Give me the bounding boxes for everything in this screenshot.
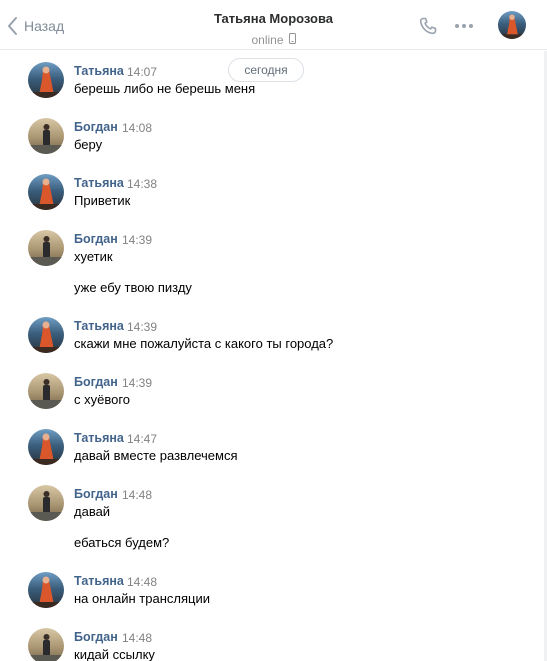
author-name[interactable]: Богдан [74,487,118,501]
avatar[interactable] [28,485,64,521]
author-name[interactable]: Татьяна [74,574,124,588]
message-time[interactable]: 14:39 [122,233,152,247]
author-name[interactable]: Татьяна [74,319,124,333]
message-time[interactable]: 14:48 [122,631,152,645]
back-button[interactable]: Назад [6,14,64,38]
message-text: берешь либо не берешь меня [74,81,256,96]
online-status: online [0,33,547,47]
chat-title-block: Татьяна Морозова online [0,10,547,47]
avatar[interactable] [28,628,64,661]
message-time[interactable]: 14:48 [122,488,152,502]
message-feed[interactable]: сегодня Татьяна 14:07 берешь либо не береш… [0,51,547,661]
message-text: уже ебу твою пизду [74,280,192,295]
status-text: online [251,33,284,47]
avatar[interactable] [28,174,64,210]
message-time[interactable]: 14:07 [127,65,157,79]
more-icon[interactable] [455,24,473,28]
message-time[interactable]: 14:39 [127,320,157,334]
message-text: Приветик [74,193,131,208]
message-time[interactable]: 14:39 [122,376,152,390]
author-name[interactable]: Богдан [74,375,118,389]
chat-title[interactable]: Татьяна Морозова [214,11,333,26]
message-time[interactable]: 14:08 [122,121,152,135]
avatar[interactable] [28,429,64,465]
avatar[interactable] [28,572,64,608]
author-name[interactable]: Татьяна [74,431,124,445]
message-text: с хуёвого [74,392,131,407]
author-name[interactable]: Татьяна [74,64,124,78]
date-divider: сегодня [228,58,304,82]
message-time[interactable]: 14:47 [127,432,157,446]
author-name[interactable]: Богдан [74,232,118,246]
message-text: хуетик [74,249,113,264]
message-time[interactable]: 14:38 [127,177,157,191]
phone-icon[interactable] [418,16,438,41]
chat-header: Назад Татьяна Морозова online [0,0,547,50]
message-text: на онлайн трансляции [74,591,210,606]
author-name[interactable]: Богдан [74,630,118,644]
message-text: скажи мне пожалуйста с какого ты города? [74,336,334,351]
header-avatar[interactable] [498,11,526,39]
avatar[interactable] [28,118,64,154]
chevron-left-icon [6,16,18,36]
avatar[interactable] [28,62,64,98]
avatar[interactable] [28,373,64,409]
mobile-icon [288,33,296,47]
message-text: ебаться будем? [74,535,170,550]
message-text: давай [74,504,111,519]
message-text: беру [74,137,103,152]
back-label: Назад [24,18,65,34]
avatar[interactable] [28,317,64,353]
author-name[interactable]: Татьяна [74,176,124,190]
message-text: кидай ссылку [74,647,155,661]
avatar[interactable] [28,230,64,266]
message-time[interactable]: 14:48 [127,575,157,589]
author-name[interactable]: Богдан [74,120,118,134]
message-text: давай вместе развлечемся [74,448,238,463]
